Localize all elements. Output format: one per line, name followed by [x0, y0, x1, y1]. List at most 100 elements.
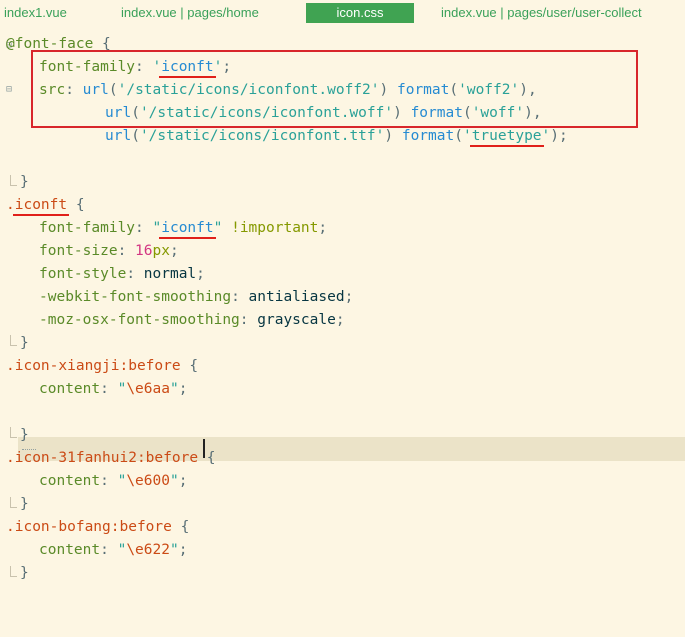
quote: ' — [152, 59, 162, 75]
fold-end-marker — [10, 566, 17, 577]
tab-index1-vue[interactable]: index1.vue — [4, 3, 67, 23]
code-line-14: .icon-xiangji:before { — [6, 355, 198, 378]
code-line-8: font-family: "iconft" !important; — [39, 217, 327, 240]
paren: ( — [449, 82, 459, 98]
colon: : — [231, 289, 249, 305]
fold-open-icon[interactable]: ⊟ — [6, 84, 12, 95]
quote: " — [152, 220, 162, 236]
unit: px — [152, 243, 170, 259]
brace: { — [180, 358, 199, 374]
unicode-value: \e600 — [126, 473, 170, 489]
paren: ( — [131, 128, 140, 144]
code-line-2: font-family: 'iconft'; — [39, 56, 231, 79]
whitespace-marker — [22, 449, 36, 450]
value: grayscale — [257, 312, 336, 328]
property: -webkit-font-smoothing — [39, 289, 232, 305]
important: !important — [222, 220, 319, 236]
code-line-22: content: "\e622"; — [39, 539, 187, 562]
code-line-4: url ( '/static/icons/iconfont.woff') forma… — [105, 102, 542, 125]
colon: : — [100, 542, 118, 558]
selector: .icon-xiangji:before — [6, 358, 181, 374]
code-line-23: } — [20, 562, 29, 585]
fold-end-marker — [10, 335, 17, 346]
brace: { — [198, 450, 216, 466]
paren: ), — [519, 82, 537, 98]
fold-end-marker — [10, 427, 17, 438]
semicolon: ; — [222, 59, 232, 75]
code-line-1: @font-face { — [6, 33, 111, 56]
paren: ( — [454, 128, 463, 144]
selector-iconft: iconft — [14, 197, 68, 213]
value-truetype: truetype — [471, 128, 542, 144]
tab-bar: index1.vue index.vue | pages/home icon.c… — [0, 0, 685, 25]
brace: { — [171, 519, 190, 535]
quote: " — [117, 381, 127, 397]
code-line-5: url('/static/icons/iconfont.ttf') format… — [105, 125, 568, 148]
colon: : — [239, 312, 258, 328]
code-line-13: } — [20, 332, 29, 355]
code-line-17: } — [20, 424, 29, 447]
colon: : — [100, 473, 118, 489]
code-line-18: .icon-31fanhui2:before { — [6, 447, 216, 470]
number: 16 — [135, 243, 153, 259]
quote: " — [117, 473, 127, 489]
string: 'woff2' — [458, 82, 520, 98]
tab-icon-css[interactable]: icon.css — [306, 3, 414, 23]
paren: ); — [550, 128, 568, 144]
url-fn: url — [105, 105, 132, 121]
tab-index-vue-user-collect[interactable]: index.vue | pages/user/user-collect — [441, 3, 642, 23]
paren: ( — [108, 82, 118, 98]
tab-index-vue-home[interactable]: index.vue | pages/home — [121, 3, 259, 23]
quote: ' — [462, 128, 472, 144]
value: antialiased — [248, 289, 345, 305]
unicode-value: \e622 — [126, 542, 170, 558]
code-line-6: } — [20, 171, 29, 194]
property: font-style — [39, 266, 127, 282]
format-fn: format — [401, 128, 455, 144]
text-cursor — [203, 439, 205, 458]
property: content — [39, 473, 101, 489]
paren: ) — [384, 128, 402, 144]
colon: : — [126, 266, 144, 282]
code-line-21: .icon-bofang:before { — [6, 516, 189, 539]
code-line-19: content: "\e600"; — [39, 470, 187, 493]
code-line-15: content: "\e6aa"; — [39, 378, 187, 401]
closing-brace: } — [20, 427, 29, 443]
value: normal — [143, 266, 197, 282]
paren: ), — [524, 105, 542, 121]
quote: ' — [541, 128, 551, 144]
semicolon: ; — [335, 312, 345, 328]
semicolon: ; — [178, 381, 188, 397]
fold-end-marker — [10, 175, 17, 186]
string: '/static/icons/iconfont.woff' — [139, 105, 394, 121]
property: font-family — [39, 220, 136, 236]
string: '/static/icons/iconfont.ttf' — [139, 128, 385, 144]
colon: : — [135, 220, 153, 236]
value-iconft: iconft — [161, 220, 214, 236]
selector: .icon-bofang:before — [6, 519, 172, 535]
fold-end-marker — [10, 497, 17, 508]
code-line-20: } — [20, 493, 29, 516]
property: src — [39, 82, 66, 98]
format-fn: format — [410, 105, 463, 121]
property: font-size — [39, 243, 118, 259]
string: '/static/icons/iconfont.woff2' — [117, 82, 380, 98]
closing-brace: } — [20, 496, 29, 512]
property: -moz-osx-font-smoothing — [39, 312, 240, 328]
code-line-10: font-style: normal; — [39, 263, 205, 286]
paren: ( — [462, 105, 472, 121]
brace: { — [67, 197, 85, 213]
property: content — [39, 381, 101, 397]
code-line-3: src: url('/static/icons/iconfont.woff2')… — [39, 79, 537, 102]
paren: ) — [379, 82, 397, 98]
closing-brace: } — [20, 565, 29, 581]
semicolon: ; — [196, 266, 205, 282]
selector: .icon-31fanhui2:before — [6, 450, 199, 466]
url-fn: url — [105, 128, 132, 144]
selector-dot: . — [6, 197, 15, 213]
string: 'woff' — [471, 105, 525, 121]
paren: ) — [393, 105, 411, 121]
property: font-family — [39, 59, 136, 75]
semicolon: ; — [169, 243, 179, 259]
value-iconft: iconft — [161, 59, 214, 75]
